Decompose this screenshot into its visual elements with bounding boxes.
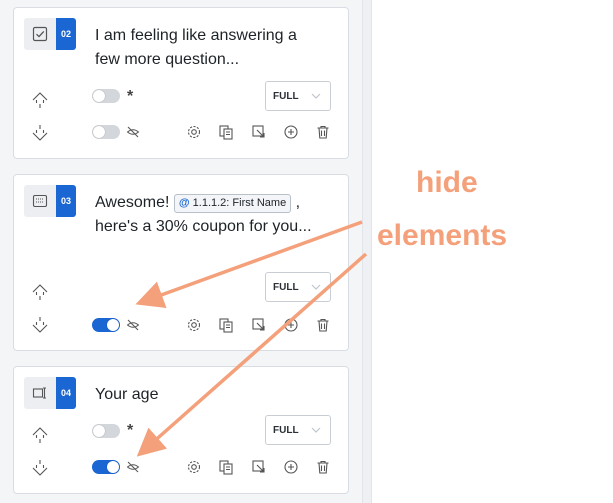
question-text-before: Awesome! bbox=[95, 194, 174, 211]
trash-icon[interactable] bbox=[313, 315, 333, 335]
hide-toggle[interactable] bbox=[92, 125, 120, 139]
move-down-icon[interactable] bbox=[30, 458, 50, 478]
settings-icon[interactable] bbox=[184, 457, 204, 477]
annotation-hide: hide bbox=[416, 166, 478, 199]
move-down-icon[interactable] bbox=[30, 123, 50, 143]
required-marker: * bbox=[127, 88, 134, 105]
move-to-icon[interactable] bbox=[249, 457, 269, 477]
hide-toggle[interactable] bbox=[92, 460, 120, 474]
eye-off-icon bbox=[123, 122, 143, 142]
move-down-icon[interactable] bbox=[30, 315, 50, 335]
question-number: 03 bbox=[56, 185, 76, 217]
trash-icon[interactable] bbox=[313, 122, 333, 142]
message-icon bbox=[24, 185, 56, 217]
add-icon[interactable] bbox=[281, 122, 301, 142]
panel-splitter[interactable] bbox=[362, 0, 372, 503]
required-toggle[interactable] bbox=[92, 424, 120, 438]
question-number: 02 bbox=[56, 18, 76, 50]
question-text[interactable]: I am feeling like answering a few more q… bbox=[95, 24, 325, 72]
field-mention-tag[interactable]: @ 1.1.1.2: First Name bbox=[173, 194, 292, 213]
required-marker: * bbox=[127, 422, 134, 439]
annotation-elements: elements bbox=[377, 219, 508, 252]
width-select[interactable]: FULL bbox=[265, 272, 331, 302]
required-toggle[interactable] bbox=[92, 89, 120, 103]
width-select[interactable]: FULL bbox=[265, 81, 331, 111]
text-input-icon bbox=[24, 377, 56, 409]
move-up-icon[interactable] bbox=[30, 90, 50, 110]
question-text[interactable]: Awesome! @ 1.1.1.2: First Name , here's … bbox=[95, 191, 325, 239]
width-select-value: FULL bbox=[273, 424, 299, 436]
question-card-02[interactable]: 02 I am feeling like answering a few mor… bbox=[13, 7, 349, 159]
chevron-down-icon bbox=[311, 284, 321, 290]
add-icon[interactable] bbox=[281, 457, 301, 477]
settings-icon[interactable] bbox=[184, 122, 204, 142]
chevron-down-icon bbox=[311, 427, 321, 433]
question-card-03[interactable]: 03 Awesome! @ 1.1.1.2: First Name , here… bbox=[13, 174, 349, 351]
move-up-icon[interactable] bbox=[30, 425, 50, 445]
duplicate-icon[interactable] bbox=[216, 457, 236, 477]
eye-off-icon bbox=[123, 315, 143, 335]
add-icon[interactable] bbox=[281, 315, 301, 335]
width-select-value: FULL bbox=[273, 90, 299, 102]
mention-at: @ bbox=[178, 197, 190, 209]
duplicate-icon[interactable] bbox=[216, 315, 236, 335]
trash-icon[interactable] bbox=[313, 457, 333, 477]
checkbox-icon bbox=[24, 18, 56, 50]
eye-off-icon bbox=[123, 457, 143, 477]
question-card-04[interactable]: 04 Your age * FULL bbox=[13, 366, 349, 494]
chevron-down-icon bbox=[311, 93, 321, 99]
move-up-icon[interactable] bbox=[30, 282, 50, 302]
mention-label: 1.1.1.2: First Name bbox=[192, 197, 287, 209]
move-to-icon[interactable] bbox=[249, 315, 269, 335]
question-number: 04 bbox=[56, 377, 76, 409]
hide-toggle[interactable] bbox=[92, 318, 120, 332]
width-select-value: FULL bbox=[273, 281, 299, 293]
question-text[interactable]: Your age bbox=[95, 383, 325, 407]
settings-icon[interactable] bbox=[184, 315, 204, 335]
duplicate-icon[interactable] bbox=[216, 122, 236, 142]
width-select[interactable]: FULL bbox=[265, 415, 331, 445]
move-to-icon[interactable] bbox=[249, 122, 269, 142]
